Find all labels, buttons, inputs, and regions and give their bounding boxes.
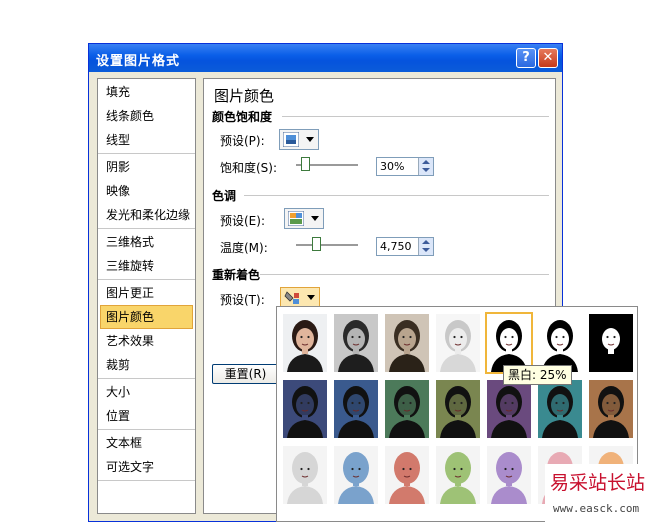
recolor-option-dark-olive[interactable] [436,380,480,438]
recolor-option-dark-green[interactable] [385,380,429,438]
recolor-option-light-blue[interactable] [334,446,378,504]
sidebar-item[interactable]: 填充 [98,80,195,104]
saturation-spinner[interactable]: 30% [376,157,434,176]
close-button[interactable]: ✕ [538,48,558,68]
sidebar-item[interactable]: 三维格式 [98,230,195,254]
spin-down-icon[interactable] [422,168,430,172]
recolor-heading: 重新着色 [212,268,261,282]
recolor-option-light-gray[interactable] [283,446,327,504]
saturation-slider-thumb[interactable] [301,157,310,171]
sidebar-item[interactable]: 位置 [98,404,195,428]
saturation-preset-label: 预设(P): [220,134,265,148]
recolor-option-dark-blue[interactable] [283,380,327,438]
tone-heading: 色调 [212,189,237,203]
recolor-option-light-green[interactable] [436,446,480,504]
sidebar-item[interactable]: 线条颜色 [98,104,195,128]
recolor-option-color[interactable] [283,314,327,372]
recolor-tooltip: 黑白: 25% [503,365,572,385]
sidebar-item[interactable]: 裁剪 [98,353,195,377]
saturation-divider [282,116,549,117]
chevron-down-icon [311,216,319,221]
sidebar-item[interactable]: 大小 [98,380,195,404]
recolor-preset-label: 预设(T): [220,293,265,307]
sidebar-item[interactable]: 图片更正 [98,281,195,305]
recolor-option-light-purple[interactable] [487,446,531,504]
sidebar-group: 三维格式 三维旋转 [98,229,195,280]
tone-divider [244,195,549,196]
saturation-heading: 颜色饱和度 [212,110,273,124]
temperature-slider[interactable] [296,237,358,253]
saturation-value: 30% [380,160,405,173]
sidebar-item[interactable]: 三维旋转 [98,254,195,278]
tone-preset-icon [288,211,304,226]
dialog-title: 设置图片格式 [96,54,181,69]
sidebar-group: 文本框 可选文字 [98,430,195,481]
spin-up-icon[interactable] [422,240,430,244]
chevron-down-icon [306,137,314,142]
recolor-preset-dropdown[interactable] [280,287,320,308]
help-button[interactable]: ? [516,48,536,68]
temperature-spinner[interactable]: 4,750 [376,237,434,256]
reset-button[interactable]: 重置(R) [212,364,279,384]
site-watermark: 易采站长站 www.easck.com [545,464,666,522]
recolor-option-dark-steel[interactable] [334,380,378,438]
sidebar-group: 大小 位置 [98,379,195,430]
sidebar-item[interactable]: 映像 [98,179,195,203]
recolor-option-bw75[interactable] [589,314,633,372]
sidebar-item[interactable]: 可选文字 [98,455,195,479]
watermark-logo: 易采站长站 [550,472,646,494]
sidebar-item[interactable]: 发光和柔化边缘 [98,203,195,227]
recolor-option-washout[interactable] [436,314,480,372]
spin-up-icon[interactable] [422,160,430,164]
sidebar-item[interactable]: 阴影 [98,155,195,179]
chevron-down-icon [307,295,315,300]
recolor-preset-icon [284,291,299,304]
temperature-slider-thumb[interactable] [312,237,321,251]
spin-down-icon[interactable] [422,248,430,252]
sidebar-group: 阴影 映像 发光和柔化边缘 [98,154,195,229]
recolor-option-light-red[interactable] [385,446,429,504]
watermark-url: www.easck.com [553,502,640,515]
recolor-option-dark-orange[interactable] [589,380,633,438]
recolor-option-dark-teal[interactable] [538,380,582,438]
category-list: 填充 线条颜色 线型 阴影 映像 发光和柔化边缘 三维格式 三维旋转 图片更正 图片颜色 艺术效果裁… [97,78,196,514]
recolor-option-bw50[interactable] [538,314,582,372]
tone-preset-label: 预设(E): [220,214,265,228]
saturation-slider[interactable] [296,157,358,173]
sidebar-item[interactable]: 线型 [98,128,195,152]
sidebar-item[interactable]: 图片颜色 [100,305,193,329]
temperature-slider-track [296,244,358,246]
recolor-option-bw25[interactable] [485,312,533,374]
saturation-spinner-buttons[interactable] [418,158,433,175]
temperature-spinner-buttons[interactable] [418,238,433,255]
title-bar[interactable]: 设置图片格式 ? ✕ [89,44,562,72]
saturation-preset-dropdown[interactable] [279,129,319,150]
temperature-label: 温度(M): [220,241,268,255]
saturation-label: 饱和度(S): [220,161,278,175]
recolor-option-dark-purple[interactable] [487,380,531,438]
sidebar-item[interactable]: 艺术效果 [98,329,195,353]
tone-preset-dropdown[interactable] [284,208,324,229]
temperature-value: 4,750 [380,240,412,253]
sidebar-group: 填充 线条颜色 线型 [98,79,195,154]
recolor-divider [260,274,549,275]
recolor-option-sepia[interactable] [385,314,429,372]
saturation-preset-icon [283,132,299,147]
sidebar-item[interactable]: 文本框 [98,431,195,455]
recolor-option-grayscale[interactable] [334,314,378,372]
panel-title: 图片颜色 [214,87,275,105]
sidebar-group: 图片更正 图片颜色 艺术效果 裁剪 [98,280,195,379]
